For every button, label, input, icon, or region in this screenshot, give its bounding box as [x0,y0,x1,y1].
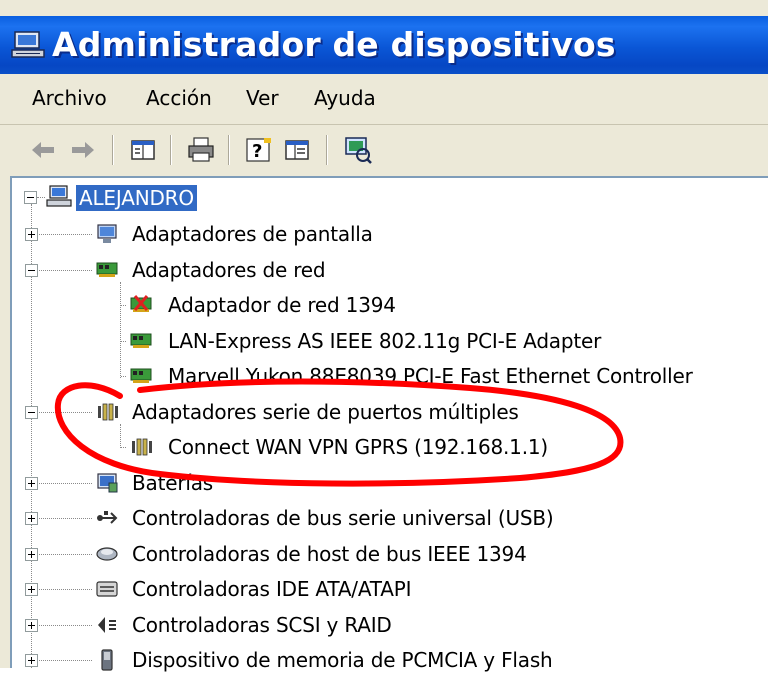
computer-icon [46,185,72,207]
tree-connector [39,269,92,272]
ieee1394-icon [96,546,118,561]
tree-device-row[interactable]: Marvell Yukon 88E8039 PCI-E Fast Etherne… [12,360,768,392]
tree-item-label[interactable]: Adaptadores de red [132,257,326,283]
collapse-toggle[interactable] [24,191,37,204]
network-card-icon [130,333,152,348]
back-arrow-icon[interactable] [28,135,58,165]
tree-connector [39,589,92,591]
title-bar[interactable]: Administrador de dispositivos [0,16,768,74]
tree-connector [39,660,92,662]
scsi-controller-icon [98,616,116,633]
tree-item-label[interactable]: Adaptadores serie de puertos múltiples [132,399,519,425]
tree-category-row[interactable]: Controladoras SCSI y RAID [12,609,768,641]
menu-ayuda[interactable]: Ayuda [314,86,376,110]
tree-connector [121,376,126,378]
tree-connector [121,447,126,449]
expand-toggle[interactable] [25,547,38,561]
menu-bar: Archivo Acción Ver Ayuda [0,74,768,124]
device-tree: ALEJANDRO Adaptadores de pantalla Adaptad… [10,176,768,672]
network-card-disabled-icon [130,295,152,312]
tree-root-row[interactable]: ALEJANDRO [20,182,320,214]
svg-text:?: ? [252,141,262,162]
tree-connector [39,482,92,485]
tree-category-row[interactable]: Adaptadores de pantalla [12,218,768,250]
network-card-icon [130,368,152,383]
toolbar-separator [228,135,230,165]
tree-item-label[interactable]: Adaptadores de pantalla [132,221,373,247]
tree-category-row[interactable]: Adaptadores de red [12,254,768,286]
expand-toggle[interactable] [25,654,38,667]
tree-item-label[interactable]: Connect WAN VPN GPRS (192.168.1.1) [168,434,548,460]
tree-connector [39,518,92,520]
forward-arrow-icon[interactable] [68,135,98,165]
tree-category-row[interactable]: Controladoras de bus serie universal (US… [12,502,768,534]
tree-category-row[interactable]: Baterías [12,467,768,499]
tree-item-label[interactable]: Controladoras SCSI y RAID [132,612,392,638]
tree-category-row[interactable]: Dispositivo de memoria de PCMCIA y Flash [12,644,768,676]
collapse-toggle[interactable] [25,405,38,419]
tree-item-label[interactable]: Controladoras IDE ATA/ATAPI [132,576,411,602]
tree-item-label[interactable]: Controladoras de bus serie universal (US… [132,505,554,531]
tree-device-row[interactable]: Connect WAN VPN GPRS (192.168.1.1) [12,431,768,463]
toolbar-separator [112,135,114,165]
tree-connector [39,411,92,414]
pcmcia-icon [101,649,113,671]
print-icon[interactable] [186,135,216,165]
tree-connector [37,197,45,199]
expand-toggle[interactable] [25,476,38,490]
tree-connector [39,553,92,556]
toolbar: ? [0,124,768,175]
usb-icon [97,511,118,524]
display-adapter-icon [97,224,117,243]
expand-toggle[interactable] [25,512,38,525]
collapse-toggle[interactable] [25,263,38,277]
tree-item-label[interactable]: Baterías [132,470,213,496]
tree-connector [121,340,126,343]
menu-ver[interactable]: Ver [246,86,279,110]
multiport-serial-icon [132,438,152,456]
tree-connector [121,305,126,307]
network-adapter-icon [96,262,118,277]
ide-controller-icon [96,581,118,597]
tree-device-row[interactable]: LAN-Express AS IEEE 802.11g PCI-E Adapte… [12,325,768,357]
tree-category-row[interactable]: Controladoras de host de bus IEEE 1394 [12,538,768,570]
tree-item-label[interactable]: Marvell Yukon 88E8039 PCI-E Fast Etherne… [168,363,693,389]
expand-toggle[interactable] [25,228,38,241]
root-label[interactable]: ALEJANDRO [76,185,197,211]
tree-item-label[interactable]: Adaptador de red 1394 [168,292,396,318]
tree-device-row[interactable]: Adaptador de red 1394 [12,289,768,321]
menu-archivo[interactable]: Archivo [32,86,107,110]
tree-category-row[interactable]: Controladoras IDE ATA/ATAPI [12,573,768,605]
tree-item-label[interactable]: Dispositivo de memoria de PCMCIA y Flash [132,647,553,673]
tree-item-label[interactable]: Controladoras de host de bus IEEE 1394 [132,541,527,567]
tree-connector [39,234,92,236]
toolbar-separator [326,135,328,165]
help-icon[interactable]: ? [244,135,274,165]
menu-accion[interactable]: Acción [146,86,212,110]
tree-category-row[interactable]: Adaptadores serie de puertos múltiples [12,396,768,428]
toolbar-separator [170,135,172,165]
expand-toggle[interactable] [25,618,38,632]
battery-icon [97,472,118,492]
multiport-serial-icon [98,403,118,420]
expand-toggle[interactable] [25,583,38,596]
device-manager-window: Administrador de dispositivos Archivo Ac… [0,0,768,672]
view-icon[interactable] [282,135,312,165]
window-title: Administrador de dispositivos [52,25,616,64]
tree-item-label[interactable]: LAN-Express AS IEEE 802.11g PCI-E Adapte… [168,328,601,354]
computer-icon [11,31,45,58]
scan-hardware-icon[interactable] [342,135,372,165]
tree-connector [39,624,92,627]
properties-icon[interactable] [128,135,158,165]
